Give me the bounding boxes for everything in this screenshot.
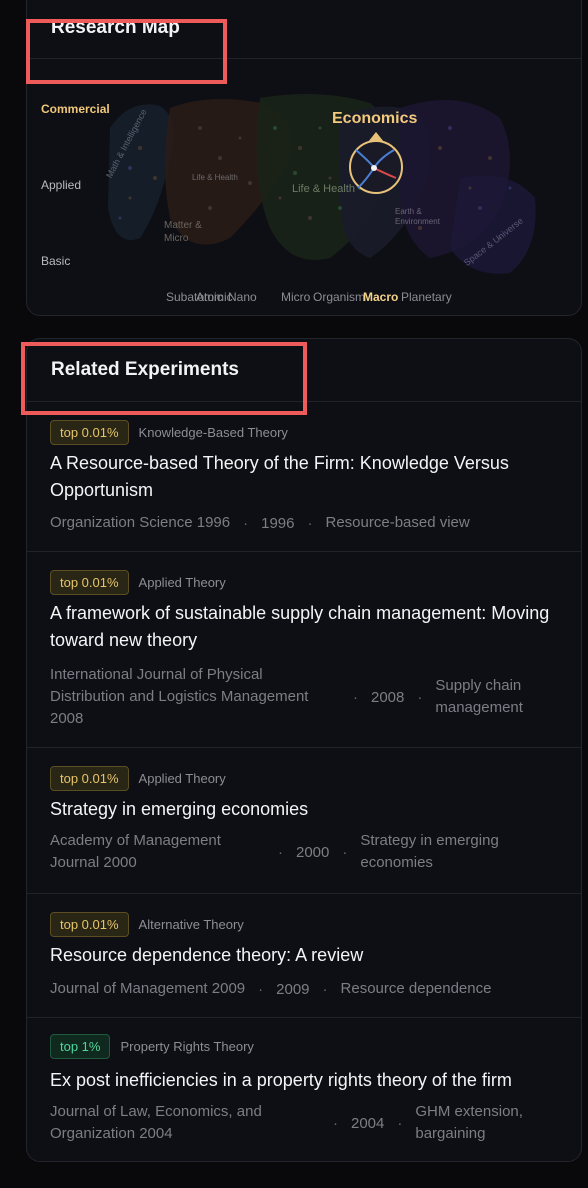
rank-badge: top 0.01% bbox=[50, 766, 129, 791]
year-label: 2008 bbox=[371, 688, 405, 706]
x-label-planetary: Planetary bbox=[401, 290, 452, 304]
topic-label: Resource dependence bbox=[340, 980, 492, 997]
meta-separator: · bbox=[417, 688, 423, 706]
experiment-item[interactable]: top 1% Property Rights Theory Ex post in… bbox=[27, 1018, 581, 1161]
meta-separator: · bbox=[322, 980, 328, 998]
experiment-title[interactable]: Ex post inefficiencies in a property rig… bbox=[50, 1067, 550, 1094]
meta-separator: · bbox=[333, 1114, 338, 1132]
region-label-earth: Earth & Environment bbox=[395, 207, 440, 226]
rank-badge: top 0.01% bbox=[50, 570, 129, 595]
year-label: 2009 bbox=[276, 980, 310, 998]
rank-badge: top 1% bbox=[50, 1034, 111, 1059]
research-map-header: Research Map bbox=[27, 0, 581, 59]
journal-label: Academy of Management Journal 2000 bbox=[50, 832, 221, 871]
meta-separator: · bbox=[353, 688, 358, 706]
related-experiments-header: Related Experiments bbox=[27, 339, 581, 402]
meta-separator: · bbox=[278, 843, 283, 861]
y-label-commercial: Commercial bbox=[41, 102, 110, 116]
experiment-title[interactable]: A Resource-based Theory of the Firm: Kno… bbox=[50, 450, 550, 504]
region-label-life-1: Life & Health bbox=[192, 173, 238, 182]
journal-label: Organization Science 1996 bbox=[50, 514, 231, 531]
meta-separator: · bbox=[258, 980, 264, 998]
topic-label: GHM extension, bargaining bbox=[415, 1103, 523, 1142]
related-experiments-title: Related Experiments bbox=[51, 359, 239, 380]
category-label: Alternative Theory bbox=[138, 917, 244, 932]
meta-separator: · bbox=[307, 514, 313, 532]
topic-label: Strategy in emerging economies bbox=[360, 832, 499, 871]
region-label-matter: Matter & Micro bbox=[164, 220, 202, 244]
related-experiments-card: Related Experiments top 0.01% Knowledge-… bbox=[26, 338, 582, 1162]
experiment-item[interactable]: top 0.01% Alternative Theory Resource de… bbox=[27, 894, 581, 1018]
experiment-title[interactable]: Strategy in emerging economies bbox=[50, 796, 550, 823]
category-label: Applied Theory bbox=[138, 575, 226, 590]
year-label: 2004 bbox=[351, 1114, 385, 1132]
rank-badge: top 0.01% bbox=[50, 912, 129, 937]
x-label-organism: Organism bbox=[313, 290, 366, 304]
x-label-macro: Macro bbox=[363, 290, 399, 304]
y-label-applied: Applied bbox=[41, 178, 82, 192]
meta-separator: · bbox=[342, 843, 348, 861]
meta-separator: · bbox=[397, 1114, 403, 1132]
topic-label: Resource-based view bbox=[325, 514, 470, 531]
journal-label: International Journal of Physical Distri… bbox=[50, 666, 309, 727]
focus-label-economics: Economics bbox=[332, 110, 418, 127]
experiment-meta: Journal of Management 2009 · 2009 · Reso… bbox=[50, 978, 556, 1000]
journal-label: Journal of Management 2009 bbox=[50, 980, 246, 997]
x-label-micro: Micro bbox=[281, 290, 311, 304]
y-label-basic: Basic bbox=[41, 254, 71, 268]
experiment-title[interactable]: Resource dependence theory: A review bbox=[50, 942, 550, 969]
experiment-title[interactable]: A framework of sustainable supply chain … bbox=[50, 600, 550, 654]
journal-label: Journal of Law, Economics, and Organizat… bbox=[50, 1103, 262, 1142]
rank-badge: top 0.01% bbox=[50, 420, 129, 445]
category-label: Property Rights Theory bbox=[120, 1039, 254, 1054]
year-label: 1996 bbox=[261, 514, 295, 532]
year-label: 2000 bbox=[296, 843, 330, 861]
experiment-meta: International Journal of Physical Distri… bbox=[50, 664, 556, 730]
category-label: Applied Theory bbox=[138, 771, 226, 786]
experiment-meta: Organization Science 1996 · 1996 · Resou… bbox=[50, 512, 556, 534]
research-map-title: Research Map bbox=[51, 17, 180, 38]
experiment-item[interactable]: top 0.01% Knowledge-Based Theory A Resou… bbox=[27, 402, 581, 552]
topic-label: Supply chain management bbox=[435, 677, 523, 716]
meta-separator: · bbox=[243, 514, 249, 532]
experiment-meta: Journal of Law, Economics, and Organizat… bbox=[50, 1101, 556, 1145]
experiment-meta: Academy of Management Journal 2000 · 200… bbox=[50, 830, 556, 874]
experiment-item[interactable]: top 0.01% Applied Theory Strategy in eme… bbox=[27, 748, 581, 894]
region-label-life-2: Life & Health bbox=[292, 183, 355, 195]
experiment-item[interactable]: top 0.01% Applied Theory A framework of … bbox=[27, 552, 581, 748]
x-label-nano: Nano bbox=[228, 290, 257, 304]
category-label: Knowledge-Based Theory bbox=[138, 425, 288, 440]
